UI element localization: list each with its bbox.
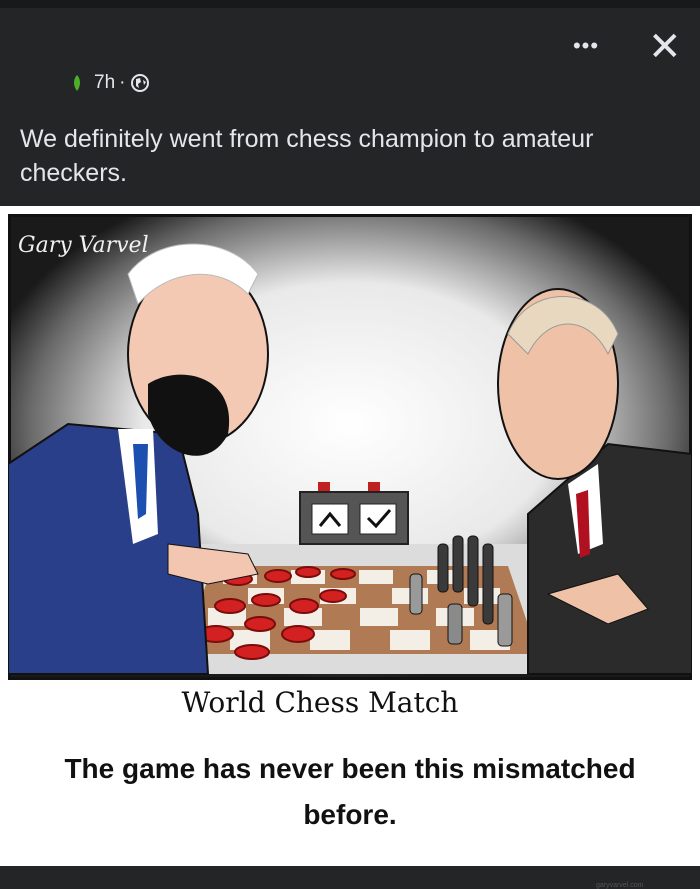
more-options-icon[interactable]: ••• xyxy=(566,35,606,57)
meme-bottom-text: The game has never been this mismatched … xyxy=(64,753,636,830)
post-header: ••• ✕ 7h · xyxy=(0,8,700,104)
cartoon-title-text: World Chess Match xyxy=(181,686,459,719)
cartoon-credit: garyvarvel.com xyxy=(596,882,644,889)
cartoon-illustration: Gary Varvel xyxy=(8,214,692,680)
meta-separator: · xyxy=(119,72,126,93)
meme-image: Gary Varvel garyvarvel.com World Chess M… xyxy=(0,206,700,889)
cartoon-title: World Chess Match xyxy=(0,686,700,719)
top-strip xyxy=(0,0,700,8)
post-time[interactable]: 7h xyxy=(94,72,115,94)
chess-clock xyxy=(299,482,409,545)
post-caption: We definitely went from chess champion t… xyxy=(20,125,594,187)
leaf-icon xyxy=(74,75,80,91)
cartoonist-signature: Gary Varvel xyxy=(18,233,149,258)
close-icon[interactable]: ✕ xyxy=(648,27,682,67)
globe-icon xyxy=(131,74,150,92)
post-meta: 7h · xyxy=(72,71,150,95)
